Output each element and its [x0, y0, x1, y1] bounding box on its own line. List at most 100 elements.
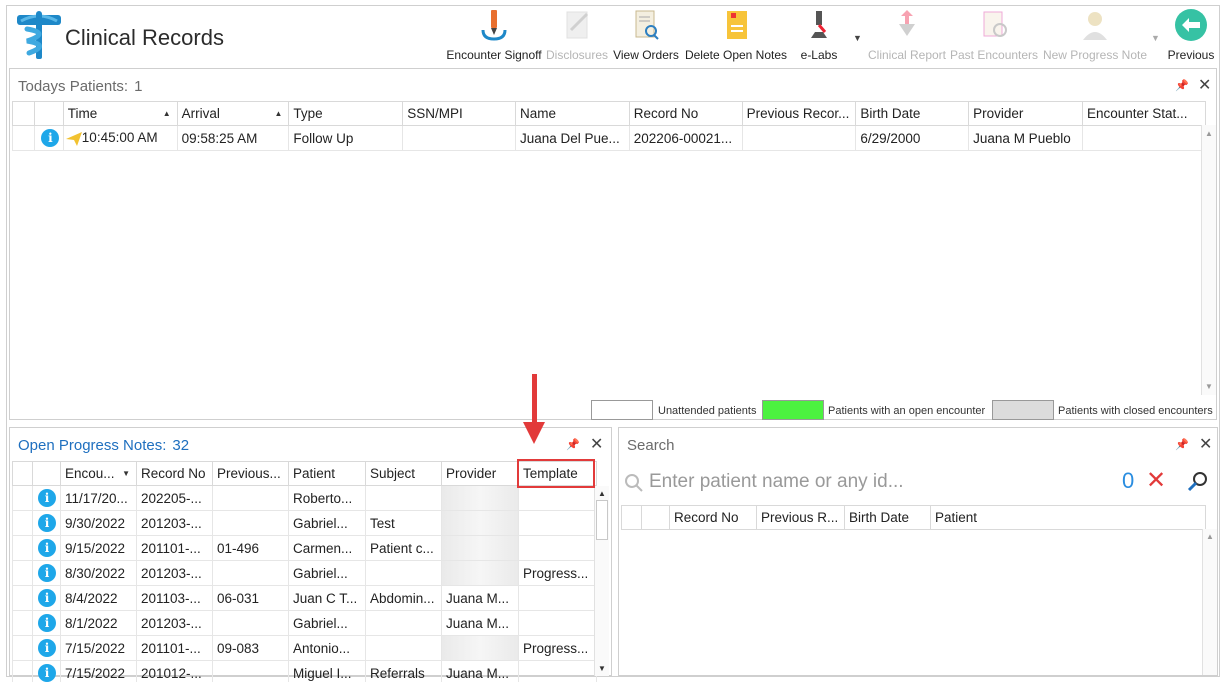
header: Clinical Records Encounter Signoff Discl…	[7, 6, 1219, 68]
table-row[interactable]: i 9/30/2022 201203-... Gabriel... Test	[12, 510, 597, 536]
col-header-patient[interactable]: Patient	[288, 461, 366, 486]
back-arrow-icon	[1175, 9, 1207, 41]
col-header-spacer	[11, 101, 36, 126]
search-results-scrollbar[interactable]: ▲	[1202, 529, 1217, 675]
clear-search-icon[interactable]: ✕	[1146, 466, 1166, 495]
view-orders-icon	[635, 10, 659, 40]
table-row[interactable]: i 8/30/2022 201203-... Gabriel... Progress..…	[12, 560, 597, 586]
info-icon[interactable]: i	[38, 564, 56, 582]
pin-icon[interactable]: 📌	[1175, 79, 1189, 92]
close-icon[interactable]: ✕	[1199, 434, 1212, 454]
legend-label-unattended: Unattended patients	[658, 405, 757, 417]
open-notes-scrollbar[interactable]: ▲ ▼	[594, 486, 609, 676]
info-icon[interactable]: i	[38, 539, 56, 557]
table-row[interactable]: i 7/15/2022 201101-... 09-083 Antonio... Prog…	[12, 635, 597, 661]
col-header-provider[interactable]: Provider	[968, 101, 1083, 126]
info-icon[interactable]: i	[38, 614, 56, 632]
new-progress-note-icon	[1083, 12, 1107, 40]
table-row[interactable]: i 7/15/2022 201012-... Miguel I... Referrals…	[12, 660, 597, 682]
col-header-icon	[34, 101, 64, 126]
e-labs-dropdown-arrow-icon[interactable]: ▼	[853, 33, 862, 43]
microscope-icon	[811, 11, 827, 38]
search-results-table: Record No Previous R... Birth Date Patie…	[621, 505, 1206, 530]
search-panel: Search 📌 ✕ 0 ✕ Record No Previous R...	[618, 427, 1218, 676]
new-progress-note-dropdown-arrow-icon[interactable]: ▼	[1151, 33, 1160, 43]
encounter-signoff-button[interactable]: Encounter Signoff	[444, 8, 544, 68]
redacted-provider-cell	[441, 535, 519, 561]
search-title: Search	[627, 437, 675, 454]
col-header-previous-record[interactable]: Previous Recor...	[741, 101, 857, 126]
search-go-icon[interactable]	[1187, 471, 1209, 493]
new-progress-note-button[interactable]: New Progress Note	[1041, 8, 1149, 68]
past-encounters-icon	[983, 11, 1007, 37]
close-icon[interactable]: ✕	[1198, 75, 1211, 95]
legend-label-closed: Patients with closed encounters	[1058, 405, 1213, 417]
col-header-ssn[interactable]: SSN/MPI	[402, 101, 516, 126]
col-header-birth-date[interactable]: Birth Date	[844, 505, 931, 530]
info-icon[interactable]: i	[41, 129, 60, 147]
disclosures-icon	[566, 11, 589, 39]
info-icon[interactable]: i	[38, 639, 56, 657]
template-column-highlight	[517, 459, 595, 488]
patient-search-input[interactable]	[649, 468, 1069, 496]
info-icon[interactable]: i	[38, 514, 56, 532]
redacted-provider-cell	[441, 635, 519, 661]
scrollbar-thumb[interactable]	[596, 500, 608, 540]
search-result-count: 0	[1122, 468, 1135, 493]
pin-icon[interactable]: 📌	[1175, 438, 1189, 451]
clinical-records-window: Clinical Records Encounter Signoff Discl…	[6, 5, 1220, 682]
todays-patients-scrollbar[interactable]: ▲ ▼	[1201, 125, 1216, 395]
col-header-provider[interactable]: Provider	[441, 461, 519, 486]
col-header-previous-record[interactable]: Previous R...	[756, 505, 845, 530]
e-labs-button[interactable]: e-Labs	[797, 8, 841, 68]
col-header-birth-date[interactable]: Birth Date	[855, 101, 970, 126]
info-icon[interactable]: i	[38, 664, 56, 682]
todays-patients-title: Todays Patients: 1	[18, 78, 143, 95]
table-row[interactable]: i 10:45:00 AM 09:58:25 AM Follow Up Juan…	[11, 125, 1207, 151]
col-header-type[interactable]: Type	[288, 101, 404, 126]
delete-open-notes-button[interactable]: Delete Open Notes	[683, 8, 789, 68]
table-row[interactable]: i 9/15/2022 201101-... 01-496 Carmen... Patie…	[12, 535, 597, 561]
sort-desc-icon: ▼	[122, 469, 130, 478]
sort-asc-icon: ▲	[162, 109, 171, 118]
view-orders-button[interactable]: View Orders	[611, 8, 681, 68]
info-icon[interactable]: i	[38, 589, 56, 607]
annotation-arrow-head	[523, 422, 545, 444]
sort-asc-icon: ▲	[274, 109, 283, 118]
col-header-record-no[interactable]: Record No	[136, 461, 213, 486]
col-header-record-no[interactable]: Record No	[628, 101, 743, 126]
close-icon[interactable]: ✕	[590, 434, 603, 454]
col-header-previous[interactable]: Previous...	[212, 461, 289, 486]
app-title: Clinical Records	[65, 25, 224, 50]
legend-swatch-unattended	[591, 400, 653, 420]
col-header-patient[interactable]: Patient	[930, 505, 1206, 530]
table-header-row: Time ▲ Arrival ▲ Type SSN/MPI Name Record …	[11, 101, 1207, 126]
clinical-report-icon	[899, 10, 915, 36]
table-header-row: Encou... ▼ Record No Previous... Patient …	[12, 461, 597, 486]
table-row[interactable]: i 8/4/2022 201103-... 06-031 Juan C T... Abdo…	[12, 585, 597, 611]
past-encounters-button[interactable]: Past Encounters	[950, 8, 1038, 68]
legend-label-open: Patients with an open encounter	[828, 405, 986, 417]
disclosures-button[interactable]: Disclosures	[544, 8, 610, 68]
col-header-name[interactable]: Name	[514, 101, 630, 126]
table-row[interactable]: i 8/1/2022 201203-... Gabriel... Juana M...	[12, 610, 597, 636]
col-header-record-no[interactable]: Record No	[669, 505, 757, 530]
send-plane-icon	[65, 131, 82, 146]
col-header-arrival[interactable]: Arrival ▲	[176, 101, 290, 126]
info-icon[interactable]: i	[38, 489, 56, 507]
search-icon	[625, 474, 643, 492]
redacted-provider-cell	[441, 510, 519, 536]
redacted-provider-cell	[441, 485, 519, 511]
pin-icon[interactable]: 📌	[566, 438, 580, 451]
caduceus-logo-icon	[17, 11, 61, 59]
legend-swatch-closed	[992, 400, 1054, 420]
previous-button[interactable]: Previous	[1166, 8, 1216, 68]
open-progress-notes-table: Encou... ▼ Record No Previous... Patient …	[12, 461, 597, 682]
col-header-encounter[interactable]: Encou... ▼	[60, 461, 137, 486]
col-header-encounter-status[interactable]: Encounter Stat...	[1081, 101, 1207, 126]
table-row[interactable]: i 11/17/20... 202205-... Roberto...	[12, 485, 597, 511]
clinical-report-button[interactable]: Clinical Report	[867, 8, 947, 68]
col-header-subject[interactable]: Subject	[365, 461, 442, 486]
open-progress-notes-title: Open Progress Notes: 32	[18, 437, 190, 454]
col-header-time[interactable]: Time ▲	[62, 101, 178, 126]
